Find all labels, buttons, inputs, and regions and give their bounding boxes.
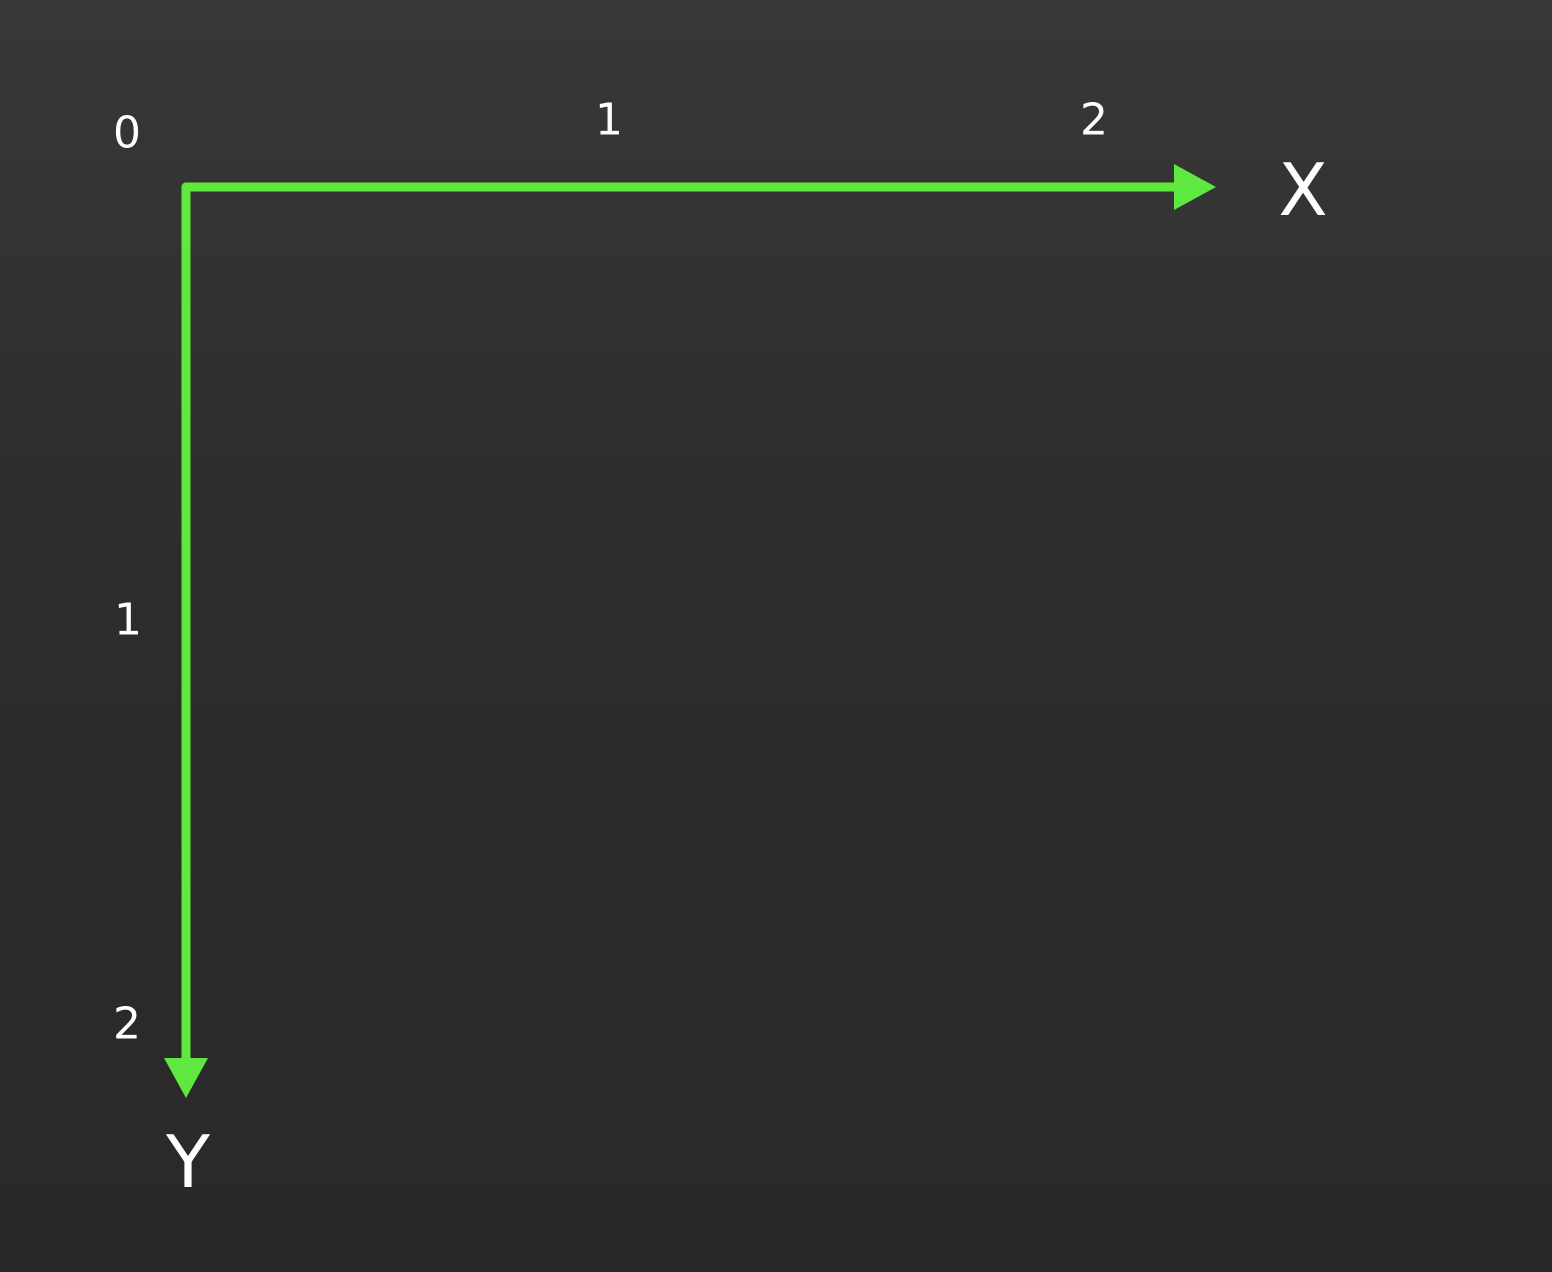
- x-tick-label: 1: [595, 95, 623, 146]
- y-axis-name: Y: [165, 1120, 211, 1204]
- x-tick-label: 2: [1080, 95, 1108, 146]
- x-axis-arrowhead: [1174, 164, 1216, 210]
- coordinate-diagram: 0 1 2 1 2 X Y: [113, 95, 1328, 1205]
- x-axis: [181, 164, 1216, 210]
- y-tick-label: 1: [114, 595, 142, 646]
- y-tick-label: 2: [113, 999, 141, 1050]
- y-axis-arrowhead: [164, 1058, 208, 1098]
- x-axis-name: X: [1278, 148, 1327, 232]
- y-axis: [164, 182, 208, 1098]
- origin-label: 0: [113, 108, 141, 159]
